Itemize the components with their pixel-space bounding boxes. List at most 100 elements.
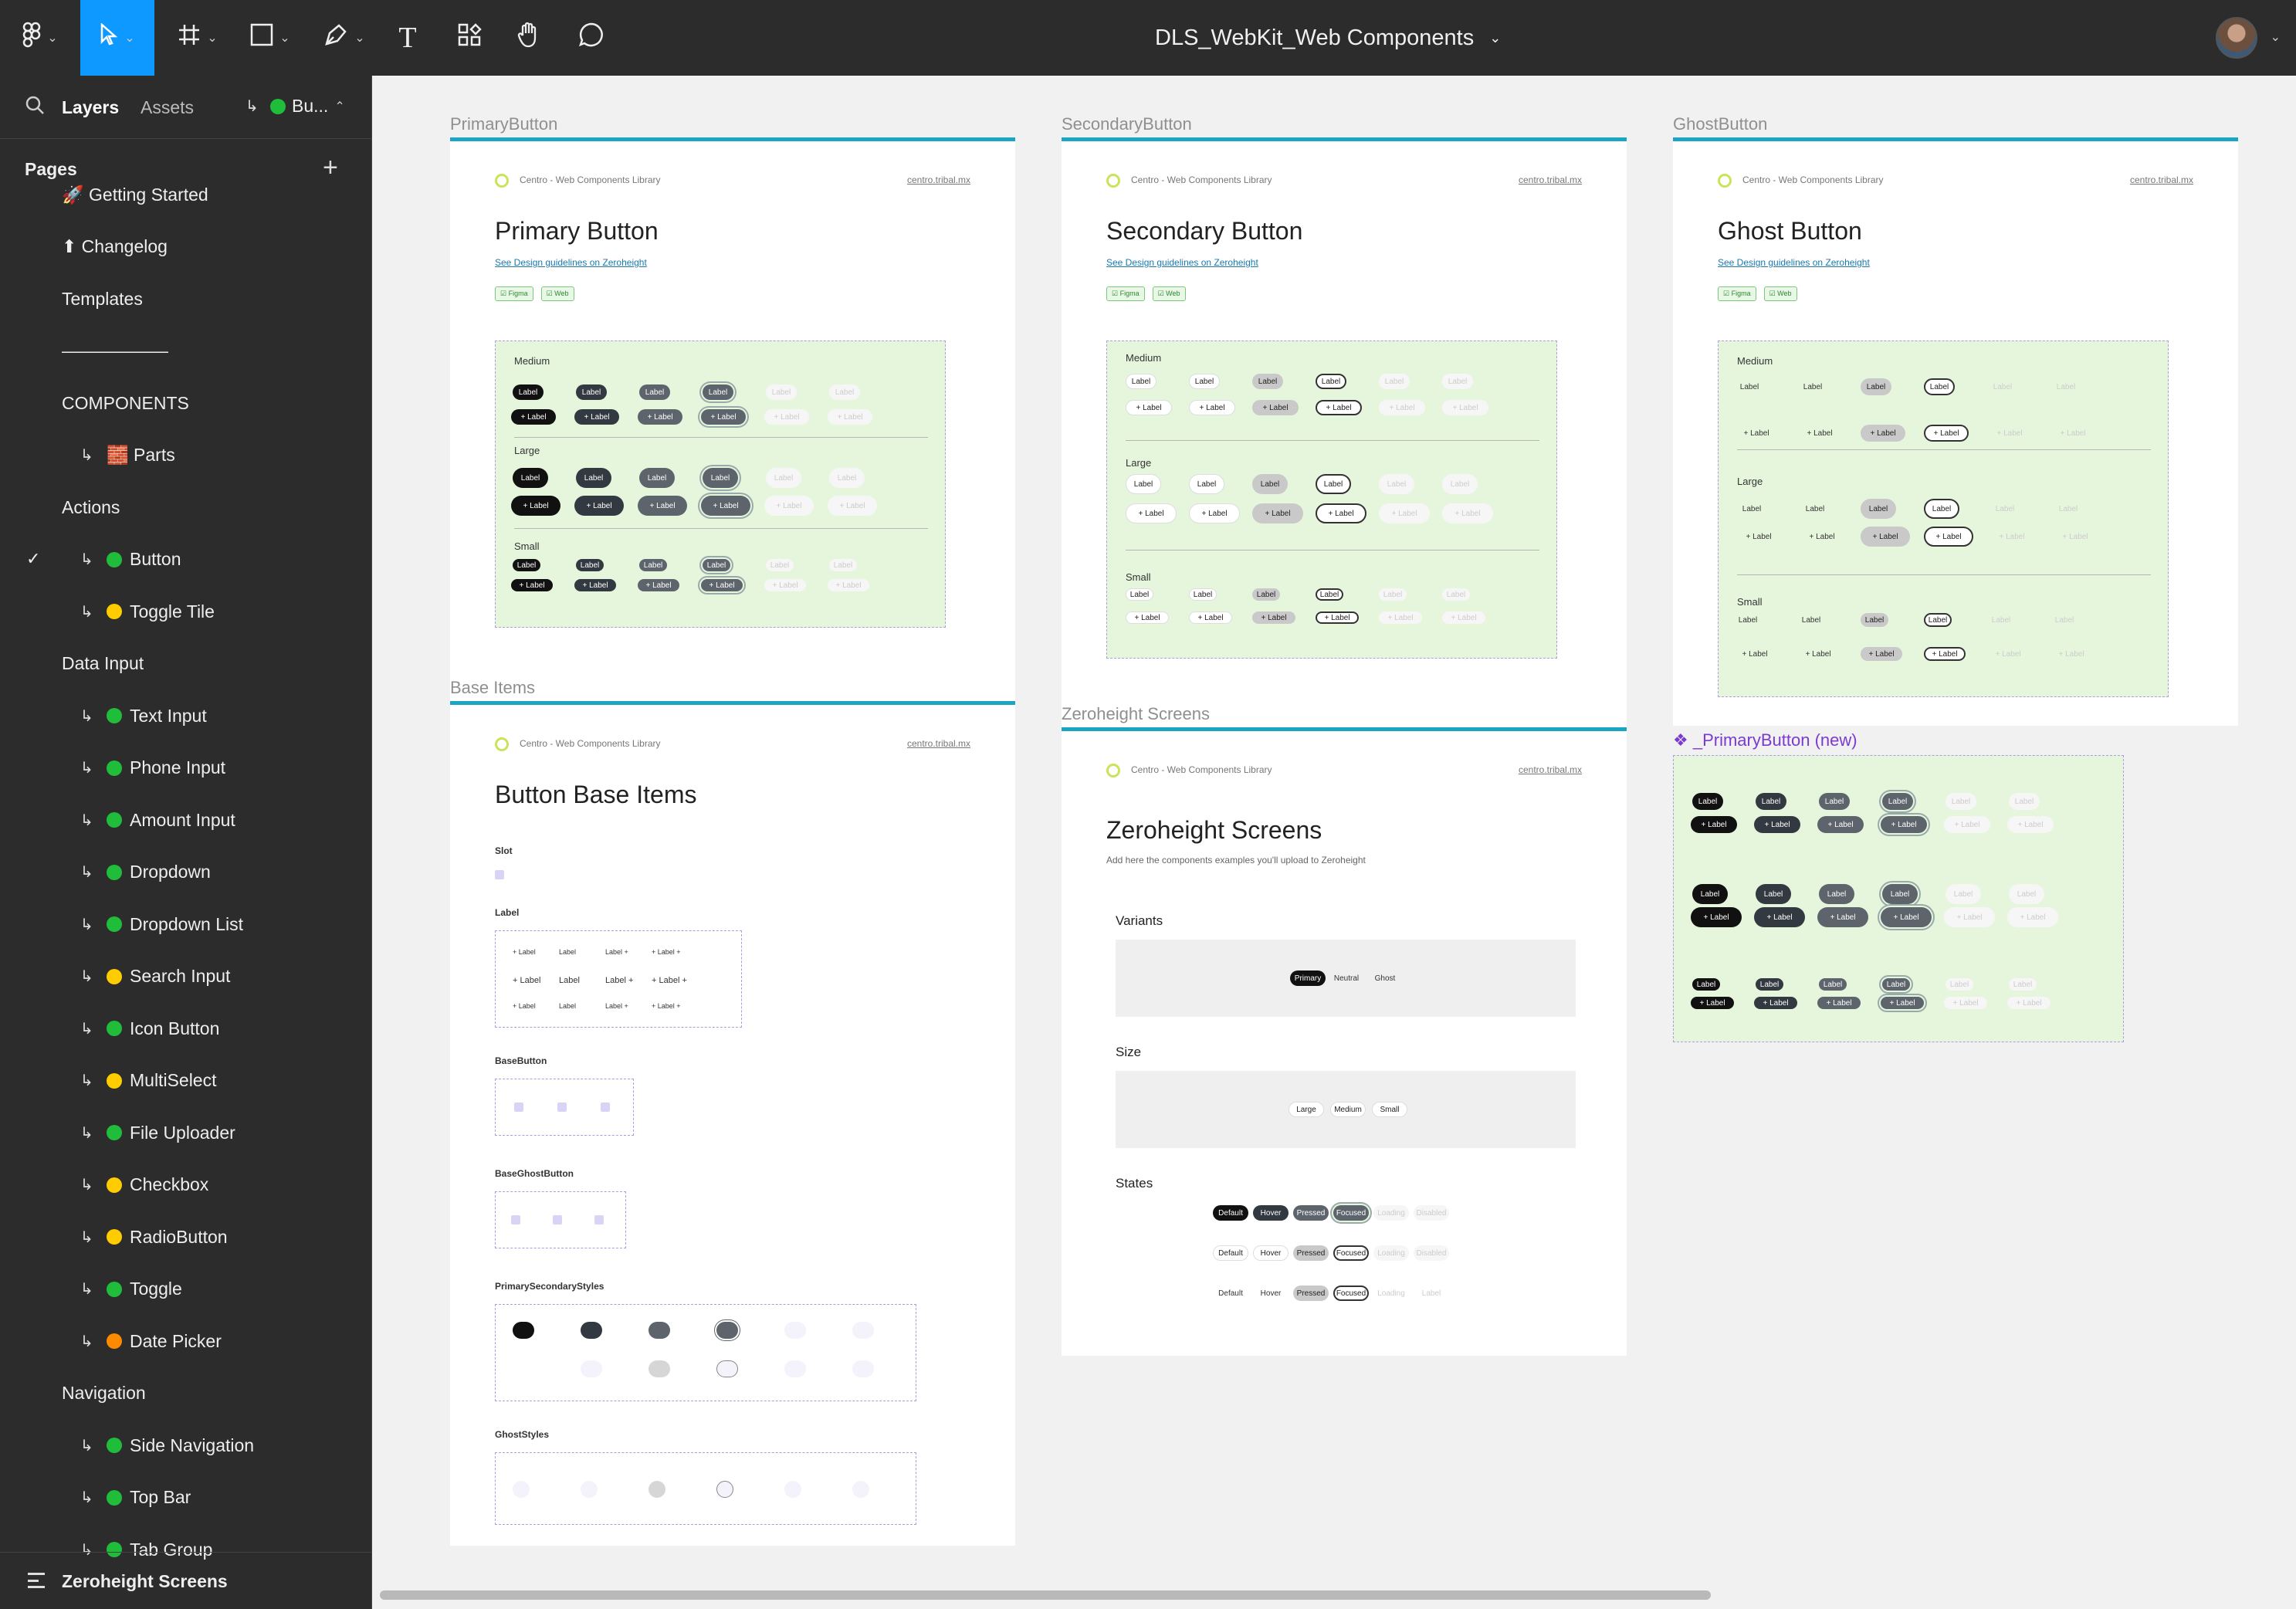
layer-zeroheight-screens[interactable]: Zeroheight Screens xyxy=(0,1552,372,1609)
current-component-selector[interactable]: ↳ Bu... ⌃ xyxy=(246,96,345,117)
variant-button[interactable]: + Label xyxy=(1881,816,1927,833)
variant-button[interactable]: + Label xyxy=(1817,816,1864,833)
variant-button[interactable]: + Label xyxy=(1691,816,1737,833)
state-chip[interactable]: Default xyxy=(1213,1245,1248,1261)
guidelines-link[interactable]: See Design guidelines on Zeroheight xyxy=(1106,257,1258,268)
variant-button[interactable]: + Label xyxy=(2007,907,2058,927)
variant-button[interactable]: Label xyxy=(1692,884,1728,904)
guidelines-link[interactable]: See Design guidelines on Zeroheight xyxy=(1718,257,1870,268)
state-chip[interactable]: Focused xyxy=(1333,1205,1369,1221)
page-item[interactable]: ↳ Top Bar xyxy=(80,1482,191,1513)
frame-label-ghost[interactable]: GhostButton xyxy=(1673,114,1767,134)
variant-button[interactable]: Label xyxy=(1882,793,1913,810)
variant-button[interactable]: Label xyxy=(1882,884,1918,904)
variant-button[interactable]: Label xyxy=(1442,474,1478,494)
variant-button[interactable]: + Label xyxy=(638,496,687,516)
component-primary-button-new[interactable]: Label + Label Label + Label Label + Label Labe… xyxy=(1673,755,2124,1042)
state-chip[interactable]: Focused xyxy=(1333,1286,1369,1301)
variant-button[interactable]: Label xyxy=(1189,474,1224,494)
variant-button[interactable]: + Label xyxy=(764,579,806,591)
variant-button[interactable]: + Label xyxy=(1861,647,1902,661)
variant-button[interactable]: + Label xyxy=(1691,997,1734,1009)
variant-button[interactable]: Label xyxy=(2050,499,2086,519)
variant-button[interactable]: + Label xyxy=(1252,611,1295,624)
variant-button[interactable]: Label xyxy=(1756,884,1791,904)
variant-button[interactable]: + Label xyxy=(1881,997,1924,1009)
text-tool-button[interactable]: T xyxy=(392,0,423,76)
variant-button[interactable]: + Label xyxy=(1754,997,1797,1009)
page-item[interactable]: ↳ Dropdown xyxy=(80,857,211,888)
page-item[interactable]: ↳ RadioButton xyxy=(80,1221,228,1252)
hand-tool-button[interactable] xyxy=(513,0,547,76)
variant-button[interactable]: + Label xyxy=(1734,647,1776,661)
variant-button[interactable]: + Label xyxy=(1944,816,1990,833)
variant-button[interactable]: + Label xyxy=(1316,611,1359,624)
page-item[interactable]: ↳ Icon Button xyxy=(80,1013,219,1044)
size-chip[interactable]: Large xyxy=(1289,1102,1324,1117)
variant-button[interactable]: + Label xyxy=(2050,647,2092,661)
state-chip[interactable]: Pressed xyxy=(1293,1245,1329,1261)
variant-button[interactable]: + Label xyxy=(511,579,553,591)
page-item[interactable]: Actions xyxy=(62,492,120,523)
state-chip[interactable]: Loading xyxy=(1373,1205,1409,1221)
site-link[interactable]: centro.tribal.mx xyxy=(1519,764,1582,775)
variant-button[interactable]: + Label xyxy=(1924,425,1969,442)
size-chip[interactable]: Medium xyxy=(1330,1102,1366,1117)
page-item[interactable]: ↳ Checkbox xyxy=(80,1170,208,1201)
frame-label-base[interactable]: Base Items xyxy=(450,678,535,698)
state-chip[interactable]: Default xyxy=(1213,1286,1248,1301)
variant-button[interactable]: Label xyxy=(1692,793,1723,810)
variant-button[interactable]: Label xyxy=(1797,378,1828,395)
variant-button[interactable]: + Label xyxy=(1379,400,1425,415)
page-item[interactable]: ↳ Phone Input xyxy=(80,753,225,784)
variant-button[interactable]: + Label xyxy=(1734,527,1783,547)
variant-button[interactable]: + Label xyxy=(2050,425,2095,442)
page-item[interactable]: ↳ Toggle Tile xyxy=(80,596,215,627)
page-item[interactable]: ⬆ Changelog xyxy=(62,232,168,263)
size-chip[interactable]: Small xyxy=(1372,1102,1407,1117)
variant-button[interactable]: Label xyxy=(1882,978,1910,991)
variant-button[interactable]: + Label xyxy=(1881,907,1932,927)
variant-button[interactable]: Label xyxy=(1442,588,1470,601)
variant-button[interactable]: Label xyxy=(1924,499,1959,519)
variant-button[interactable]: Label xyxy=(1819,884,1854,904)
page-item[interactable]: ↳ Side Navigation xyxy=(80,1430,254,1461)
variant-button[interactable]: Label xyxy=(1819,978,1847,991)
site-link[interactable]: centro.tribal.mx xyxy=(907,738,970,749)
state-chip[interactable]: Hover xyxy=(1253,1205,1289,1221)
tab-assets[interactable]: Assets xyxy=(141,97,194,118)
frame-base-items[interactable]: Centro - Web Components Library centro.tr… xyxy=(450,701,1015,1546)
variant-button[interactable]: Label xyxy=(1987,378,2018,395)
variant-button[interactable]: Label xyxy=(1987,613,2015,627)
variant-button[interactable]: Label xyxy=(829,559,857,571)
variant-button[interactable]: + Label xyxy=(1924,647,1966,661)
variant-button[interactable]: Label xyxy=(1946,884,1981,904)
variant-button[interactable]: + Label xyxy=(1252,400,1299,415)
variant-button[interactable]: + Label xyxy=(1861,527,1910,547)
site-link[interactable]: centro.tribal.mx xyxy=(1519,174,1582,185)
variant-button[interactable]: Label xyxy=(1946,978,1973,991)
variant-button[interactable]: + Label xyxy=(1442,611,1485,624)
frame-label-zeroheight[interactable]: Zeroheight Screens xyxy=(1062,704,1210,724)
state-chip[interactable]: Hover xyxy=(1253,1245,1289,1261)
variant-button[interactable]: + Label xyxy=(828,579,869,591)
variant-button[interactable]: Label xyxy=(2009,884,2044,904)
avatar[interactable] xyxy=(2216,17,2257,59)
variant-button[interactable]: + Label xyxy=(638,409,682,425)
variant-chip[interactable]: Neutral xyxy=(1329,970,1364,986)
variant-button[interactable]: Label xyxy=(1734,613,1762,627)
state-chip[interactable]: Hover xyxy=(1253,1286,1289,1301)
variant-button[interactable]: + Label xyxy=(1924,527,1973,547)
variant-button[interactable]: + Label xyxy=(701,496,750,516)
variant-button[interactable]: Label xyxy=(576,384,607,400)
page-item[interactable]: COMPONENTS xyxy=(62,388,189,418)
variant-button[interactable]: + Label xyxy=(1817,997,1861,1009)
page-item[interactable]: 🚀 Getting Started xyxy=(62,179,208,210)
variant-button[interactable]: Label xyxy=(766,468,801,488)
variant-button[interactable]: + Label xyxy=(638,579,679,591)
state-chip[interactable]: Pressed xyxy=(1293,1286,1329,1301)
page-item[interactable]: ↳ Date Picker xyxy=(80,1326,222,1357)
variant-button[interactable]: Label xyxy=(1316,588,1343,601)
variant-button[interactable]: Label xyxy=(1734,378,1765,395)
variant-button[interactable]: + Label xyxy=(1379,611,1422,624)
